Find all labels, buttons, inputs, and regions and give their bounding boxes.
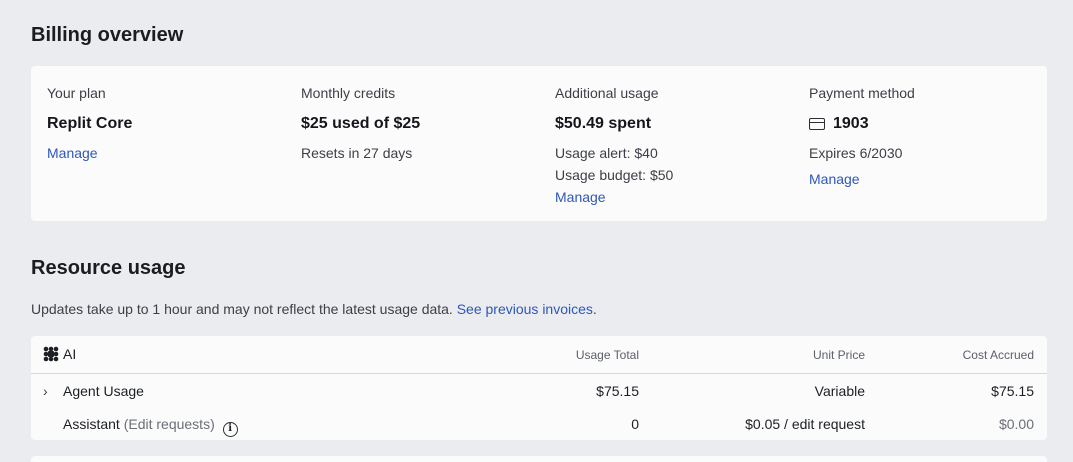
ai-flower-icon	[43, 346, 59, 362]
credits-label: Monthly credits	[301, 85, 396, 101]
row-name-text: Assistant	[63, 416, 120, 432]
card-expiry: Expires 6/2030	[809, 145, 903, 161]
col-unit-price: Unit Price	[812, 348, 865, 362]
credit-card-icon	[809, 118, 825, 130]
plan-column: Your plan Replit Core Manage	[47, 84, 132, 164]
row-detail: (Edit requests)	[123, 416, 215, 432]
ai-section-header: AI	[43, 346, 76, 362]
col-cost-accrued: Cost Accrued	[962, 348, 1034, 362]
usage-alert: Usage alert: $40	[555, 145, 658, 161]
table-row-assistant: Assistant (Edit requests) i 0 $0.05 / ed…	[31, 409, 1047, 439]
plan-label: Your plan	[47, 85, 106, 101]
table-header: AI Usage Total Unit Price Cost Accrued	[31, 336, 1047, 374]
credits-column: Monthly credits $25 used of $25 Resets i…	[301, 84, 420, 164]
plan-value: Replit Core	[47, 115, 133, 132]
manage-payment-link[interactable]: Manage	[809, 168, 860, 190]
row-name: Assistant (Edit requests) i	[63, 415, 238, 437]
additional-usage-label: Additional usage	[555, 85, 659, 101]
ai-section-label: AI	[63, 346, 77, 362]
previous-invoices-link[interactable]: See previous invoices	[457, 300, 593, 318]
payment-column: Payment method 1903 Expires 6/2030 Manag…	[809, 84, 915, 190]
row-price: Variable	[814, 383, 865, 399]
row-price: $0.05 / edit request	[745, 416, 865, 432]
payment-label: Payment method	[809, 85, 915, 101]
usage-budget: Usage budget: $50	[555, 167, 674, 183]
billing-overview-card: Your plan Replit Core Manage Monthly cre…	[31, 66, 1047, 221]
credits-value: $25 used of $25	[301, 115, 421, 132]
col-usage-total: Usage Total	[575, 348, 639, 362]
resource-usage-title: Resource usage	[31, 257, 186, 279]
usage-note-end: .	[592, 301, 597, 317]
usage-note: Updates take up to 1 hour and may not re…	[31, 300, 597, 318]
table-row-agent-usage[interactable]: › Agent Usage $75.15 Variable $75.15	[31, 376, 1047, 406]
billing-overview-title: Billing overview	[31, 24, 184, 46]
credits-reset: Resets in 27 days	[301, 145, 413, 161]
info-icon[interactable]: i	[222, 422, 238, 437]
row-cost: $75.15	[991, 383, 1034, 399]
ai-usage-table: AI Usage Total Unit Price Cost Accrued ›…	[31, 336, 1047, 440]
usage-note-text: Updates take up to 1 hour and may not re…	[31, 301, 453, 317]
row-usage: 0	[631, 416, 639, 432]
payment-card: 1903	[809, 114, 915, 134]
additional-usage-column: Additional usage $50.49 spent Usage aler…	[555, 84, 673, 208]
manage-plan-link[interactable]: Manage	[47, 142, 98, 164]
additional-usage-value: $50.49 spent	[555, 115, 652, 132]
chevron-right-icon[interactable]: ›	[43, 382, 48, 400]
row-cost: $0.00	[998, 416, 1034, 432]
next-section-card	[31, 456, 1047, 462]
row-usage: $75.15	[596, 383, 639, 399]
manage-usage-link[interactable]: Manage	[555, 186, 606, 208]
row-name: Agent Usage	[63, 383, 144, 399]
card-last-digits: 1903	[833, 115, 869, 132]
